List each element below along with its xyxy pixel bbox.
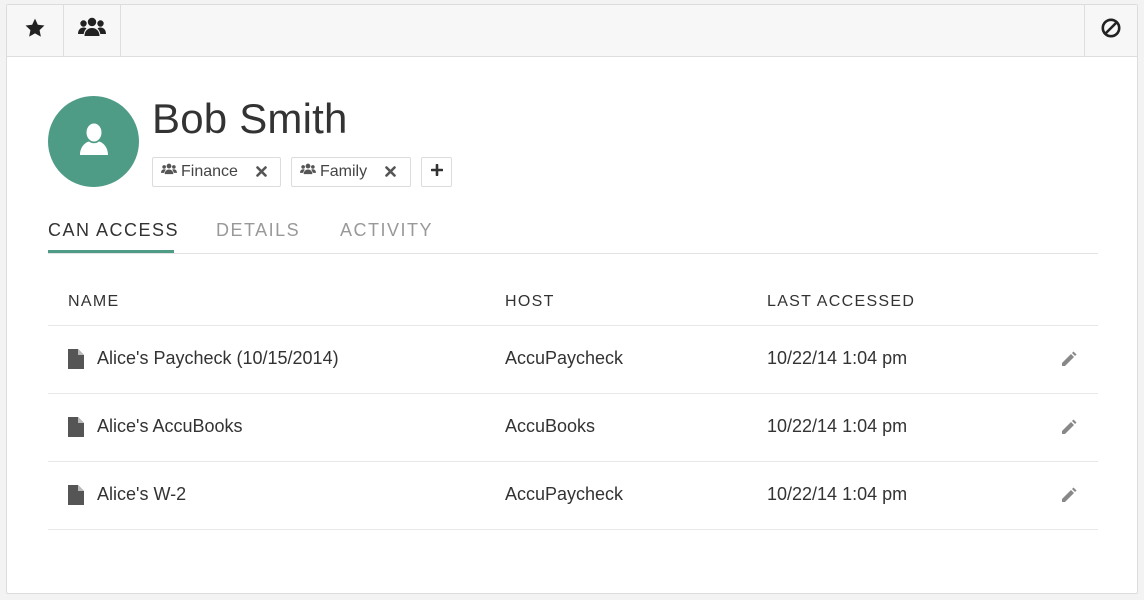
add-group-button[interactable] [421,157,452,187]
tab-bar: CAN ACCESS DETAILS ACTIVITY [48,213,1098,254]
last-accessed-cell: 10/22/14 1:04 pm [767,348,908,368]
favorite-button[interactable] [7,5,64,56]
column-header-name[interactable]: NAME [68,293,119,311]
avatar [48,96,139,187]
resource-name[interactable]: Alice's Paycheck (10/15/2014) [97,348,339,369]
group-tag-finance: Finance [152,157,281,187]
host-cell: AccuBooks [505,416,596,436]
last-accessed-cell: 10/22/14 1:04 pm [767,484,908,504]
edit-button[interactable] [1060,486,1078,509]
name-cell: Alice's W-2 [68,484,186,505]
edit-button[interactable] [1060,418,1078,441]
users-icon [78,17,106,44]
group-tag-label: Finance [181,163,238,180]
table-row[interactable]: Alice's W-2 AccuPaycheck 10/22/14 1:04 p… [48,462,1098,530]
host-cell: AccuPaycheck [505,484,624,504]
user-icon [78,122,110,161]
remove-finance-button[interactable] [256,164,267,181]
user-name: Bob Smith [152,95,348,142]
close-icon [385,165,396,177]
users-icon [300,163,316,181]
table-row[interactable]: Alice's AccuBooks AccuBooks 10/22/14 1:0… [48,394,1098,462]
document-icon [68,484,84,505]
block-icon [1100,17,1122,44]
host-cell: AccuPaycheck [505,348,624,368]
table-header: NAME HOST LAST ACCESSED [48,283,1098,326]
resource-name[interactable]: Alice's W-2 [97,484,186,505]
group-tag-family: Family [291,157,411,187]
column-header-host[interactable]: HOST [505,293,555,311]
groups-button[interactable] [64,5,121,56]
name-cell: Alice's Paycheck (10/15/2014) [68,348,339,369]
tab-can-access[interactable]: CAN ACCESS [48,220,179,241]
pencil-icon [1060,351,1078,372]
close-icon [256,165,267,177]
resource-name[interactable]: Alice's AccuBooks [97,416,243,437]
edit-button[interactable] [1060,350,1078,373]
block-button[interactable] [1084,5,1137,56]
active-tab-indicator [48,250,174,253]
star-icon [24,17,46,44]
toolbar [7,5,1137,57]
profile-panel: Bob Smith Finance Family CAN ACCESS DETA… [6,4,1138,594]
users-icon [161,163,177,181]
pencil-icon [1060,487,1078,508]
document-icon [68,348,84,369]
tab-activity[interactable]: ACTIVITY [340,220,433,241]
column-header-last-accessed[interactable]: LAST ACCESSED [767,293,915,311]
access-table: NAME HOST LAST ACCESSED Alice's Paycheck… [48,283,1098,530]
table-row[interactable]: Alice's Paycheck (10/15/2014) AccuPayche… [48,326,1098,394]
document-icon [68,416,84,437]
group-tag-label: Family [320,163,368,180]
remove-family-button[interactable] [385,164,396,181]
last-accessed-cell: 10/22/14 1:04 pm [767,416,908,436]
name-cell: Alice's AccuBooks [68,416,243,437]
tab-details[interactable]: DETAILS [216,220,300,241]
pencil-icon [1060,419,1078,440]
plus-icon [430,163,443,181]
